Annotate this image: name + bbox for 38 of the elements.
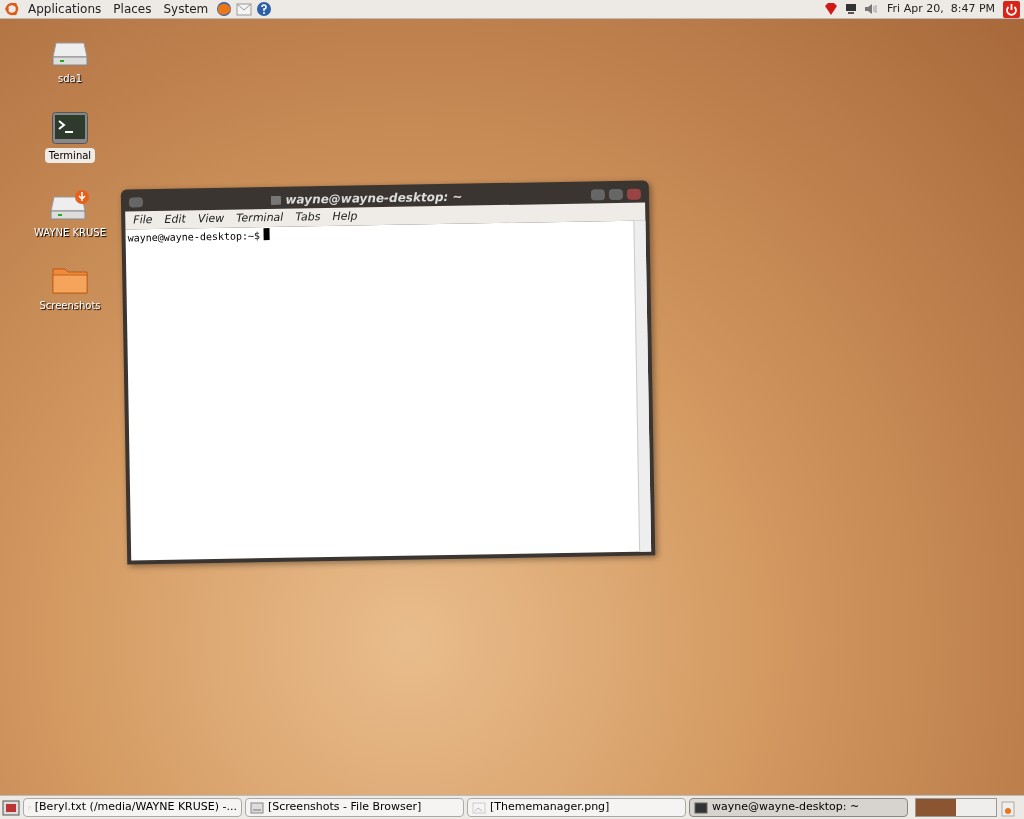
menu-item[interactable]: File <box>133 211 153 229</box>
maximize-button[interactable] <box>608 188 623 200</box>
menu-item[interactable]: View <box>197 210 225 228</box>
taskbar-button[interactable]: wayne@wayne-desktop: ~ <box>689 798 908 817</box>
desktop-icon-label[interactable]: Terminal <box>44 148 96 163</box>
panel-menu[interactable]: Applications <box>24 0 106 18</box>
help-icon[interactable] <box>256 1 273 17</box>
terminal-icon <box>694 800 708 815</box>
power-icon[interactable] <box>1003 0 1020 18</box>
menu-item[interactable]: Help <box>332 208 358 226</box>
hard-drive-icon <box>52 39 88 67</box>
close-button[interactable] <box>626 188 641 200</box>
menu-item[interactable]: Terminal <box>236 209 284 227</box>
taskbar-button[interactable]: [Beryl.txt (/media/WAYNE KRUSE) -... <box>23 798 242 817</box>
terminal-icon <box>271 195 282 205</box>
volume-icon[interactable] <box>863 1 880 17</box>
show-desktop-icon[interactable] <box>2 798 20 817</box>
clock[interactable]: Fri Apr 20, 8:47 PM <box>883 0 999 18</box>
window-title: wayne@wayne-desktop: ~ <box>285 188 463 209</box>
image-icon <box>472 800 486 815</box>
scrollbar[interactable] <box>633 220 652 552</box>
ubuntu-logo-icon[interactable] <box>4 1 20 17</box>
panel-menu[interactable]: System <box>159 0 213 18</box>
panel-menu[interactable]: Places <box>109 0 156 18</box>
window-menu-icon[interactable] <box>128 197 144 208</box>
folder-icon <box>52 266 88 294</box>
gem-icon[interactable] <box>823 1 840 17</box>
usb-drive-icon <box>50 189 90 221</box>
menu-item[interactable]: Edit <box>164 211 186 229</box>
globe-icon[interactable] <box>216 1 233 17</box>
taskbar-button[interactable]: [Thememanager.png] <box>467 798 686 817</box>
file-browser-icon <box>250 800 264 815</box>
terminal-prompt: wayne@wayne-desktop:~$ <box>127 229 261 246</box>
minimize-button[interactable] <box>590 188 605 200</box>
menu-item[interactable]: Tabs <box>295 208 321 226</box>
terminal-icon <box>52 112 88 144</box>
taskbar-button[interactable]: [Screenshots - File Browser] <box>245 798 464 817</box>
text-cursor <box>263 228 271 241</box>
